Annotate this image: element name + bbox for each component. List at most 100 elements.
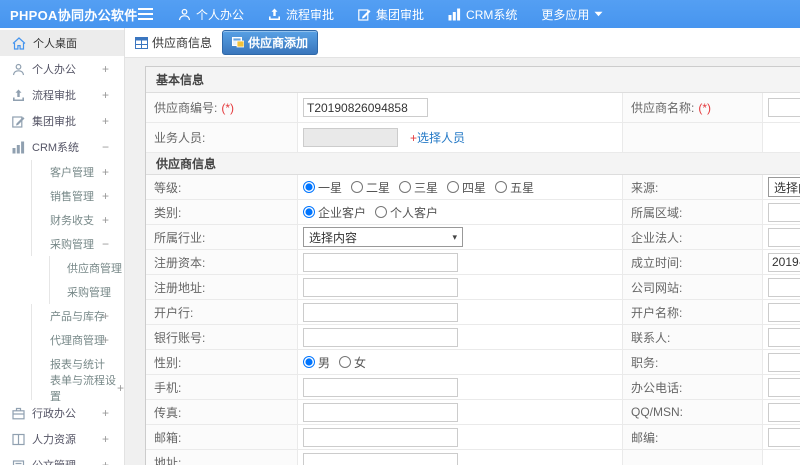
crm-system-icon (12, 141, 25, 154)
gender-radio-option[interactable]: 男 (303, 354, 330, 371)
sidebar-item-customer-mgmt[interactable]: 客户管理 + (31, 160, 124, 184)
sidebar-item-label: 产品与库存 (50, 311, 105, 323)
tab-supplier-add[interactable]: 供应商添加 (222, 30, 319, 55)
sidebar-item-crm-system[interactable]: CRM系统 − (0, 134, 124, 160)
table-grid-icon (135, 36, 148, 49)
category-radio[interactable] (303, 206, 315, 218)
level-radio-option[interactable]: 三星 (399, 179, 438, 196)
fax-input[interactable] (303, 402, 458, 422)
level-radio[interactable] (495, 181, 508, 193)
expand-plus-icon[interactable]: + (102, 406, 109, 420)
field-cell (763, 93, 800, 122)
established-date-input[interactable] (768, 252, 800, 272)
level-radio[interactable] (447, 181, 460, 193)
nav-crm-system[interactable]: CRM系统 (448, 0, 517, 28)
level-radio-option[interactable]: 五星 (495, 179, 534, 196)
registered-address-input[interactable] (303, 277, 458, 297)
required-marker: (*) (221, 100, 235, 115)
expand-plus-icon[interactable]: + (102, 213, 109, 227)
address-input[interactable] (303, 452, 458, 465)
level-radio-option[interactable]: 四星 (447, 179, 486, 196)
sidebar-item-finance-mgmt[interactable]: 财务收支 + (31, 208, 124, 232)
expand-plus-icon[interactable]: + (102, 458, 109, 465)
source-select[interactable]: 选择内容▾ (768, 177, 800, 197)
expand-plus-icon[interactable]: + (102, 165, 109, 179)
legal-person-input[interactable] (768, 227, 800, 247)
sidebar-item-supplier-mgmt[interactable]: 供应商管理 (49, 256, 124, 280)
expand-plus-icon[interactable]: + (102, 114, 109, 128)
sidebar-item-purchasing[interactable]: 采购管理 (49, 280, 124, 304)
collapse-minus-icon[interactable]: − (102, 237, 109, 251)
account-name-input[interactable] (768, 302, 800, 322)
sidebar-item-group-approval[interactable]: 集团审批 + (0, 108, 124, 134)
nav-label: 集团审批 (376, 7, 425, 22)
level-radio[interactable] (351, 181, 364, 193)
form-row: 手机: 办公电话: (146, 375, 800, 400)
field-label-cell: 传真: (146, 400, 298, 424)
mobile-input[interactable] (303, 377, 458, 397)
nav-workflow-approval[interactable]: 流程审批 (268, 0, 334, 28)
field-label: 联系人: (631, 330, 671, 345)
sidebar-item-document-mgmt[interactable]: 公文管理 + (0, 452, 124, 465)
nav-label: CRM系统 (466, 7, 518, 22)
category-radio-option[interactable]: 个人客户 (375, 204, 438, 221)
sidebar-item-sales-mgmt[interactable]: 销售管理 + (31, 184, 124, 208)
sidebar-item-form-flow-setting[interactable]: 表单与流程设置 + (31, 375, 124, 403)
expand-plus-icon[interactable]: + (102, 88, 109, 102)
category-radio[interactable] (375, 206, 388, 218)
level-radio-option[interactable]: 一星 (303, 179, 342, 196)
bank-input[interactable] (303, 302, 458, 322)
contact-input[interactable] (768, 327, 800, 347)
nav-more-apps[interactable]: 更多应用 (541, 0, 603, 28)
nav-group-approval[interactable]: 集团审批 (358, 0, 424, 28)
office-phone-input[interactable] (768, 377, 800, 397)
field-label-cell: 所属区域: (623, 200, 763, 224)
choose-staff-link[interactable]: +选择人员 (410, 129, 465, 146)
expand-plus-icon[interactable]: + (102, 333, 109, 347)
category-radio-option[interactable]: 企业客户 (303, 204, 366, 221)
field-cell (763, 250, 800, 274)
expand-plus-icon[interactable]: + (102, 432, 109, 446)
expand-plus-icon[interactable]: + (102, 189, 109, 203)
supplier-name-input[interactable] (768, 98, 800, 117)
level-radio[interactable] (399, 181, 412, 193)
industry-select[interactable]: 选择内容 ▾ (303, 227, 463, 247)
sidebar-item-product-stock[interactable]: 产品与库存 + (31, 304, 124, 328)
email-input[interactable] (303, 427, 458, 447)
gender-radio[interactable] (303, 356, 315, 368)
level-radio-option[interactable]: 二星 (351, 179, 390, 196)
expand-plus-icon[interactable]: + (102, 309, 109, 323)
qq-msn-input[interactable] (768, 402, 800, 422)
sidebar-item-purchase-mgmt[interactable]: 采购管理 − (31, 232, 124, 256)
level-radio[interactable] (303, 181, 315, 193)
tab-supplier-info[interactable]: 供应商信息 (135, 34, 212, 51)
sidebar-item-workflow-approval[interactable]: 流程审批 + (0, 82, 124, 108)
registered-capital-input[interactable] (303, 252, 458, 272)
sidebar-item-admin-office[interactable]: 行政办公 + (0, 400, 124, 426)
nav-personal-office[interactable]: 个人办公 (178, 0, 244, 28)
region-input[interactable] (768, 202, 800, 222)
sidebar-item-personal-desktop[interactable]: 个人桌面 (0, 30, 124, 56)
bank-account-input[interactable] (303, 327, 458, 347)
zip-input[interactable] (768, 427, 800, 447)
form-row: 性别: 男女职务: (146, 350, 800, 375)
field-label-cell: 企业法人: (623, 225, 763, 249)
menu-toggle-icon[interactable] (128, 8, 162, 20)
sidebar-item-personal-office[interactable]: 个人办公 + (0, 56, 124, 82)
sidebar-item-human-resource[interactable]: 人力资源 + (0, 426, 124, 452)
field-content (768, 427, 800, 447)
gender-radio[interactable] (339, 356, 352, 368)
field-cell (763, 200, 800, 224)
sidebar-item-agent-mgmt[interactable]: 代理商管理 + (31, 328, 124, 352)
position-input[interactable] (768, 352, 800, 372)
expand-plus-icon[interactable]: + (102, 62, 109, 76)
expand-plus-icon[interactable]: + (117, 381, 124, 395)
gender-radio-option[interactable]: 女 (339, 354, 366, 371)
field-content (768, 227, 800, 247)
staff-input[interactable] (303, 128, 398, 147)
form-row: 注册地址: 公司网站: (146, 275, 800, 300)
sidebar-item-label: CRM系统 (32, 142, 80, 154)
website-input[interactable] (768, 277, 800, 297)
collapse-minus-icon[interactable]: − (102, 140, 109, 154)
supplier-code-input[interactable] (303, 98, 428, 117)
